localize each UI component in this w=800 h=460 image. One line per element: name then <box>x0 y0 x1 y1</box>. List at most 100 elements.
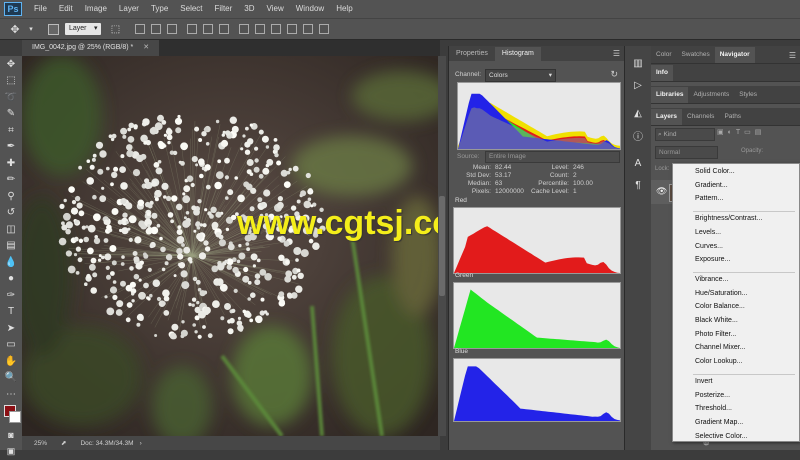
align-top-icon[interactable] <box>135 24 145 34</box>
distribute-center-icon[interactable] <box>303 24 313 34</box>
menu-item-gradient-map[interactable]: Gradient Map... <box>695 419 743 426</box>
menu-item-gradient[interactable]: Gradient... <box>695 182 728 189</box>
align-middle-icon[interactable] <box>151 24 161 34</box>
menu-item-vibrance[interactable]: Vibrance... <box>695 276 728 283</box>
tab-swatches[interactable]: Swatches <box>677 47 715 63</box>
show-transform-controls-icon[interactable]: ⬚ <box>109 22 123 36</box>
menu-help[interactable]: Help <box>330 0 358 18</box>
document-tab[interactable]: IMG_0042.jpg @ 25% (RGB/8) * ✕ <box>22 40 159 56</box>
more-tools-icon[interactable]: ⋯ <box>0 386 22 403</box>
crop-tool-icon[interactable]: ⌗ <box>0 122 22 139</box>
history-icon[interactable]: ▥ <box>625 52 651 74</box>
blend-mode-select[interactable]: Normal <box>655 146 718 159</box>
gradient-tool-icon[interactable]: ▤ <box>0 238 22 255</box>
info-panel-icon[interactable]: ⓘ <box>625 124 651 146</box>
menu-item-curves[interactable]: Curves... <box>695 243 723 250</box>
histogram-panel-icon[interactable]: ◭ <box>625 102 651 124</box>
panel-menu-icon[interactable]: ☰ <box>613 47 620 61</box>
tab-navigator[interactable]: Navigator <box>715 47 755 63</box>
rectangle-tool-icon[interactable]: ▭ <box>0 337 22 354</box>
distribute-top-icon[interactable] <box>239 24 249 34</box>
menu-item-color-lookup[interactable]: Color Lookup... <box>695 358 742 365</box>
align-bottom-icon[interactable] <box>167 24 177 34</box>
menu-item-solid-color[interactable]: Solid Color... <box>695 168 735 175</box>
healing-brush-tool-icon[interactable]: ✚ <box>0 155 22 172</box>
zoom-tool-icon[interactable]: 🔍 <box>0 370 22 387</box>
clone-stamp-tool-icon[interactable]: ⚲ <box>0 188 22 205</box>
menu-item-pattern[interactable]: Pattern... <box>695 195 723 202</box>
move-tool-icon[interactable]: ✥ <box>0 56 22 73</box>
auto-select-dropdown[interactable]: Layer <box>65 23 101 35</box>
brush-tool-icon[interactable]: ✏ <box>0 172 22 189</box>
blur-tool-icon[interactable]: 💧 <box>0 254 22 271</box>
distribute-left-icon[interactable] <box>287 24 297 34</box>
menu-item-selective-color[interactable]: Selective Color... <box>695 433 748 440</box>
menu-item-exposure[interactable]: Exposure... <box>695 256 730 263</box>
menu-item-photo-filter[interactable]: Photo Filter... <box>695 331 736 338</box>
move-tool-icon[interactable]: ✥ <box>8 22 22 36</box>
paragraph-icon[interactable]: ¶ <box>625 174 651 196</box>
eraser-tool-icon[interactable]: ◫ <box>0 221 22 238</box>
type-tool-icon[interactable]: T <box>0 304 22 321</box>
channel-select[interactable]: Colors ▾ <box>485 69 556 82</box>
menu-item-hue-saturation[interactable]: Hue/Saturation... <box>695 290 748 297</box>
distribute-bottom-icon[interactable] <box>271 24 281 34</box>
menu-item-color-balance[interactable]: Color Balance... <box>695 303 745 310</box>
refresh-icon[interactable]: ↻ <box>610 69 618 80</box>
tab-properties[interactable]: Properties <box>449 47 495 61</box>
menu-view[interactable]: View <box>261 0 290 18</box>
visibility-eye-icon[interactable]: 👁 <box>656 186 667 197</box>
tab-layers[interactable]: Layers <box>651 109 682 125</box>
actions-icon[interactable]: ▷ <box>625 74 651 96</box>
auto-select-checkbox[interactable] <box>48 24 59 35</box>
quick-select-tool-icon[interactable]: ✎ <box>0 106 22 123</box>
menu-image[interactable]: Image <box>79 0 113 18</box>
layer-filter-select[interactable]: ⌕ Kind <box>655 128 715 141</box>
layer-filter-icons[interactable]: ▣◐T▭▤ <box>717 128 765 136</box>
canvas-vertical-scrollbar[interactable] <box>438 56 446 436</box>
distribute-right-icon[interactable] <box>319 24 329 34</box>
align-right-icon[interactable] <box>219 24 229 34</box>
scroll-thumb[interactable] <box>439 196 445 296</box>
menu-item-channel-mixer[interactable]: Channel Mixer... <box>695 344 746 351</box>
menu-layer[interactable]: Layer <box>113 0 145 18</box>
chevron-right-icon[interactable]: › <box>140 440 142 447</box>
menu-edit[interactable]: Edit <box>53 0 79 18</box>
menu-select[interactable]: Select <box>174 0 208 18</box>
export-icon[interactable]: ⬈ <box>61 439 66 447</box>
menu-item-black-white[interactable]: Black White... <box>695 317 738 324</box>
tab-libraries[interactable]: Libraries <box>651 87 688 103</box>
tab-styles[interactable]: Styles <box>734 87 762 103</box>
menu-item-posterize[interactable]: Posterize... <box>695 392 730 399</box>
menu-window[interactable]: Window <box>290 0 330 18</box>
menu-item-brightness-contrast[interactable]: Brightness/Contrast... <box>695 215 762 222</box>
tab-color[interactable]: Color <box>651 47 677 63</box>
menu-type[interactable]: Type <box>145 0 174 18</box>
color-swatches[interactable] <box>0 403 22 427</box>
tab-channels[interactable]: Channels <box>682 109 719 125</box>
menu-item-threshold[interactable]: Threshold... <box>695 405 732 412</box>
document-canvas[interactable]: www.cgtsj.com <box>22 56 438 436</box>
source-select[interactable]: Entire Image <box>485 151 620 163</box>
tab-paths[interactable]: Paths <box>719 109 746 125</box>
dodge-tool-icon[interactable]: ● <box>0 271 22 288</box>
path-selection-tool-icon[interactable]: ➤ <box>0 320 22 337</box>
menu-3d[interactable]: 3D <box>238 0 260 18</box>
close-icon[interactable]: ✕ <box>143 44 149 51</box>
pen-tool-icon[interactable]: ✑ <box>0 287 22 304</box>
eyedropper-tool-icon[interactable]: ✒ <box>0 139 22 156</box>
history-brush-tool-icon[interactable]: ↺ <box>0 205 22 222</box>
quick-mask-icon[interactable]: ◙ <box>0 427 22 444</box>
menu-filter[interactable]: Filter <box>209 0 239 18</box>
align-left-icon[interactable] <box>187 24 197 34</box>
tab-histogram[interactable]: Histogram <box>495 47 541 61</box>
marquee-tool-icon[interactable]: ⬚ <box>0 73 22 90</box>
zoom-level[interactable]: 25% <box>34 440 47 447</box>
panel-menu-icon[interactable]: ☰ <box>789 49 796 63</box>
screen-mode-icon[interactable]: ▣ <box>0 443 22 460</box>
background-color-swatch[interactable] <box>9 411 21 423</box>
menu-item-invert[interactable]: Invert <box>695 378 713 385</box>
menu-item-levels[interactable]: Levels... <box>695 229 721 236</box>
menu-file[interactable]: File <box>28 0 53 18</box>
tab-adjustments[interactable]: Adjustments <box>688 87 734 103</box>
